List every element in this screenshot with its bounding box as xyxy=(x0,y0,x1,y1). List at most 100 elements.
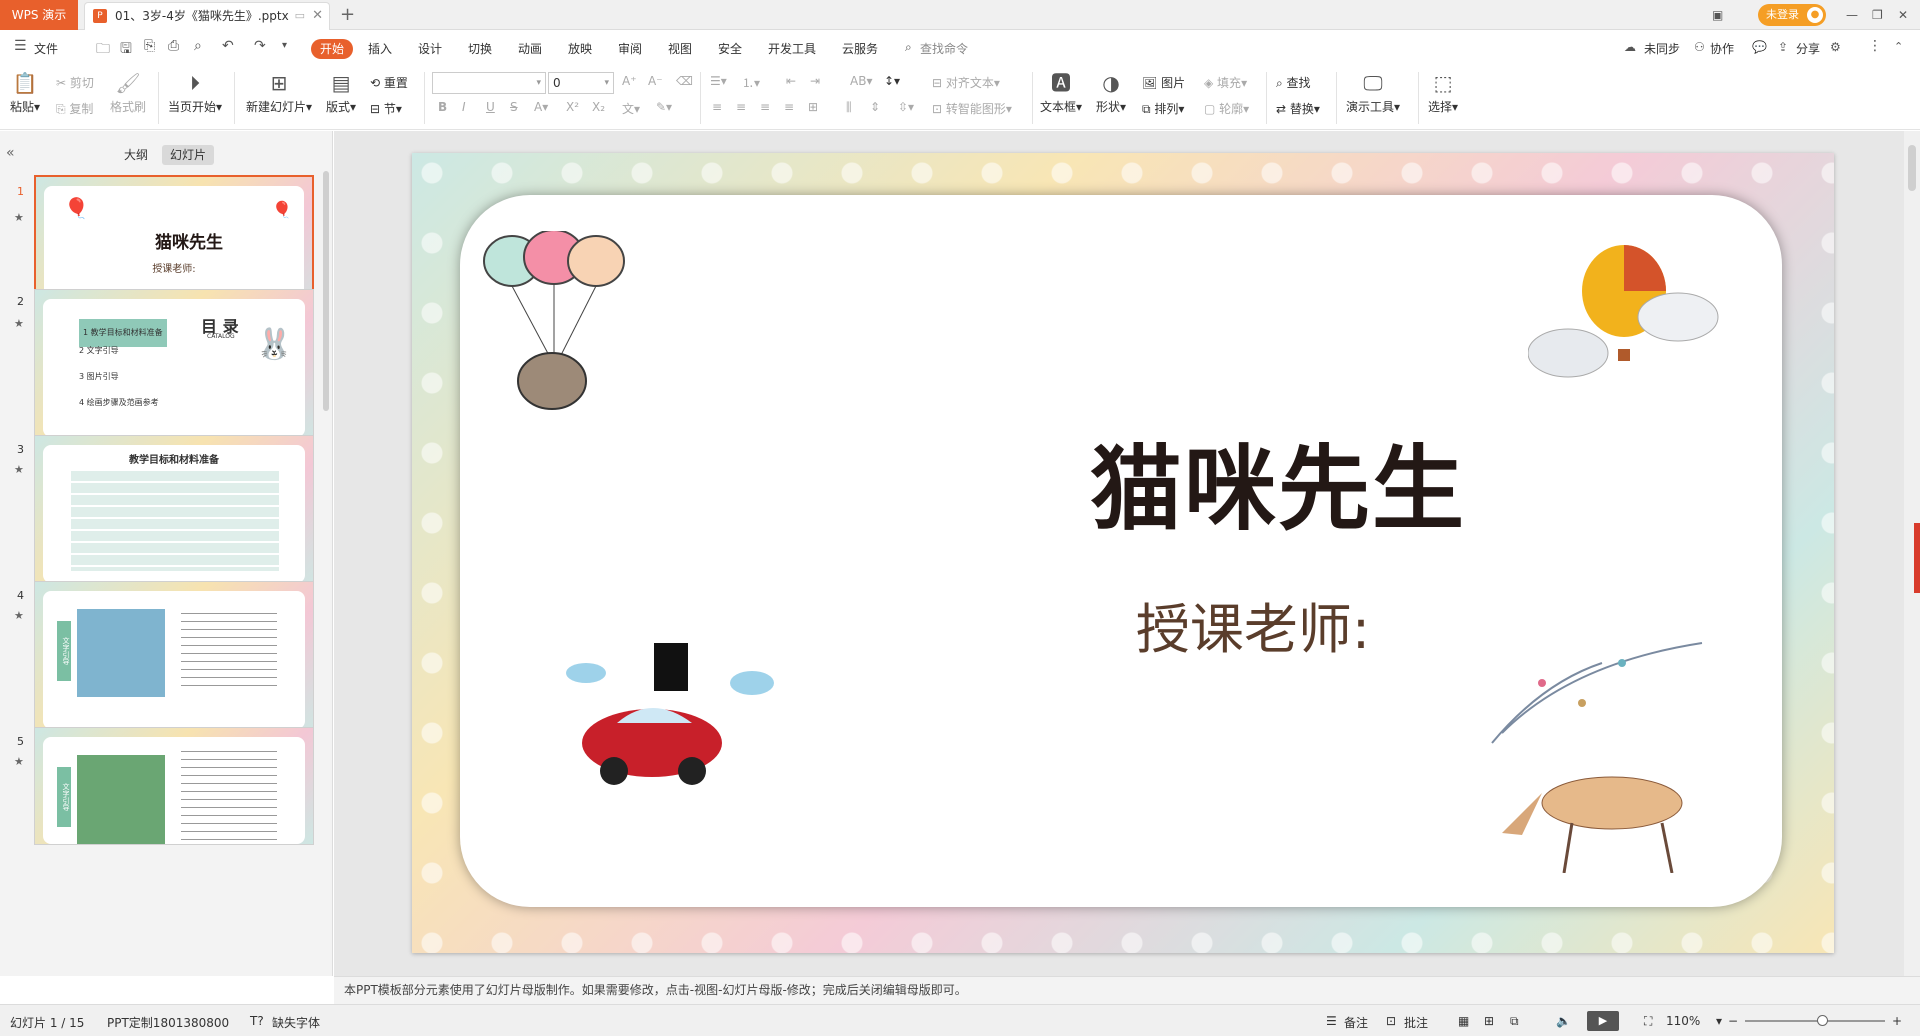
monitor-icon[interactable]: ▭ xyxy=(295,3,305,29)
new-tab-button[interactable]: + xyxy=(340,3,355,27)
justify-icon[interactable]: ≡ xyxy=(784,100,794,114)
font-family-select[interactable]: ▾ xyxy=(432,72,546,94)
comment-bubble-icon[interactable]: 💬 xyxy=(1752,40,1767,54)
menu-tab-security[interactable]: 安全 xyxy=(718,40,742,57)
print-preview-icon[interactable]: ⌕ xyxy=(194,38,202,54)
clear-format-icon[interactable]: ⌫ xyxy=(676,74,693,88)
slide-thumbnail[interactable]: 文字引导 xyxy=(34,581,314,739)
shape-button[interactable]: ◑ 形状▾ xyxy=(1096,70,1126,115)
menu-tab-slideshow[interactable]: 放映 xyxy=(568,40,592,57)
hamburger-icon[interactable]: ☰ xyxy=(14,38,27,54)
normal-view-icon[interactable]: ▦ xyxy=(1458,1014,1469,1028)
decrease-indent-icon[interactable]: ⇤ xyxy=(786,74,796,88)
notes-bar[interactable]: 本PPT模板部分元素使用了幻灯片母版制作。如果需要修改，点击-视图-幻灯片母版-… xyxy=(334,976,1920,1004)
font-size-select[interactable]: 0 ▾ xyxy=(548,72,614,94)
sync-status[interactable]: 未同步 xyxy=(1644,40,1680,57)
picture-button[interactable]: 🖼 图片 xyxy=(1142,74,1185,91)
find-button[interactable]: ⌕ 查找 xyxy=(1276,74,1311,91)
reading-view-icon[interactable]: ⧉ xyxy=(1510,1014,1519,1029)
menu-file[interactable]: 文件 xyxy=(34,40,58,57)
strikethrough-icon[interactable]: S xyxy=(510,100,518,114)
outline-button[interactable]: ▢ 轮廓▾ xyxy=(1204,100,1249,117)
zoom-slider[interactable] xyxy=(1745,1020,1885,1022)
menu-tab-view[interactable]: 视图 xyxy=(668,40,692,57)
more-options-icon[interactable]: ⋮ xyxy=(1868,38,1882,54)
open-folder-icon[interactable]: 🗀 xyxy=(96,38,110,62)
menu-tab-design[interactable]: 设计 xyxy=(418,40,442,57)
window-layout-icon[interactable]: ▣ xyxy=(1712,0,1723,30)
select-button[interactable]: ⬚ 选择▾ xyxy=(1428,70,1458,115)
close-window-icon[interactable]: ✕ xyxy=(1898,0,1908,30)
collapse-pane-icon[interactable]: « xyxy=(6,145,15,161)
reset-button[interactable]: ⟲ 重置 xyxy=(370,74,408,91)
layout-button[interactable]: ▤ 版式▾ xyxy=(326,70,356,115)
slide-thumbnail[interactable]: 文字引导 xyxy=(34,727,314,845)
arrange-button[interactable]: ⧉ 排列▾ xyxy=(1142,100,1184,117)
tab-outline[interactable]: 大纲 xyxy=(116,145,156,165)
menu-tab-insert[interactable]: 插入 xyxy=(368,40,392,57)
document-tab[interactable]: P 01、3岁-4岁《猫咪先生》.pptx ▭ ✕ xyxy=(84,2,330,30)
slide-subtitle[interactable]: 授课老师: xyxy=(412,585,1834,664)
redo-icon[interactable]: ↷ xyxy=(254,38,266,54)
cut-button[interactable]: ✂ 剪切 xyxy=(56,74,94,91)
numbering-icon[interactable]: ⒈▾ xyxy=(742,74,760,91)
columns-icon[interactable]: ⫼ xyxy=(846,100,852,115)
fit-window-icon[interactable]: ⛶ xyxy=(1644,1014,1652,1029)
phonetic-guide-icon[interactable]: 文▾ xyxy=(622,100,640,117)
editor-scrollbar[interactable] xyxy=(1904,131,1920,976)
line-spacing-icon[interactable]: ↕▾ xyxy=(884,74,900,88)
settings-gear-icon[interactable]: ⚙ xyxy=(1830,40,1841,54)
search-command-input[interactable]: 查找命令 xyxy=(920,40,968,57)
underline-icon[interactable]: U xyxy=(486,100,495,114)
current-slide[interactable]: 猫咪先生 授课老师: xyxy=(412,153,1834,953)
text-direction-icon[interactable]: AB▾ xyxy=(850,74,872,88)
close-tab-icon[interactable]: ✕ xyxy=(312,3,323,29)
menu-tab-transition[interactable]: 切换 xyxy=(468,40,492,57)
zoom-in-icon[interactable]: + xyxy=(1892,1014,1902,1028)
collapse-ribbon-icon[interactable]: ⌃ xyxy=(1894,40,1903,53)
font-color-icon[interactable]: A▾ xyxy=(534,100,548,114)
missing-font-button[interactable]: 缺失字体 xyxy=(272,1014,320,1031)
share-button[interactable]: 分享 xyxy=(1796,40,1820,57)
replace-button[interactable]: ⇄ 替换▾ xyxy=(1276,100,1320,117)
slide-title[interactable]: 猫咪先生 xyxy=(412,415,1834,548)
menu-tab-cloud[interactable]: 云服务 xyxy=(842,40,878,57)
paste-button[interactable]: 📋 粘贴▾ xyxy=(10,70,40,115)
menu-tab-start[interactable]: 开始 xyxy=(311,39,353,59)
pane-scrollbar[interactable] xyxy=(323,171,329,411)
menu-tab-animation[interactable]: 动画 xyxy=(518,40,542,57)
collaborate-button[interactable]: 协作 xyxy=(1710,40,1734,57)
bold-icon[interactable]: B xyxy=(438,100,447,114)
notes-button[interactable]: 备注 xyxy=(1344,1014,1368,1031)
scroll-thumb[interactable] xyxy=(1908,145,1916,191)
subscript-icon[interactable]: X₂ xyxy=(592,100,605,114)
align-left-icon[interactable]: ≡ xyxy=(712,100,722,114)
play-slideshow-button[interactable]: ▶ xyxy=(1587,1011,1619,1031)
tab-slides[interactable]: 幻灯片 xyxy=(162,145,215,165)
app-tab[interactable]: WPS 演示 xyxy=(0,0,78,30)
highlight-icon[interactable]: ✎▾ xyxy=(656,100,672,114)
section-button[interactable]: ⊟ 节▾ xyxy=(370,100,402,117)
zoom-out-icon[interactable]: − xyxy=(1728,1014,1738,1028)
new-slide-button[interactable]: ⊞ 新建幻灯片▾ xyxy=(246,70,312,115)
font-shrink-icon[interactable]: A⁻ xyxy=(648,74,663,88)
slide-thumbnail[interactable]: 1 教学目标和材料准备 2 文字引导 3 图片引导 4 绘画步骤及范画参考 目 … xyxy=(34,289,314,447)
minimize-icon[interactable]: — xyxy=(1846,0,1858,30)
menu-tab-review[interactable]: 审阅 xyxy=(618,40,642,57)
play-from-current-button[interactable]: ⏵ 当页开始▾ xyxy=(168,70,222,115)
comment-button[interactable]: 批注 xyxy=(1404,1014,1428,1031)
align-text-button[interactable]: ⊟ 对齐文本▾ xyxy=(932,74,1000,91)
italic-icon[interactable]: I xyxy=(462,100,466,114)
zoom-slider-handle[interactable] xyxy=(1817,1015,1828,1026)
export-icon[interactable]: ⎘ xyxy=(144,38,155,54)
line-spacing-more-icon[interactable]: ⇳▾ xyxy=(898,100,914,114)
save-icon[interactable]: 🖫 xyxy=(120,38,132,62)
paragraph-spacing-icon[interactable]: ⇕ xyxy=(870,100,880,114)
zoom-dropdown-icon[interactable]: ▾ xyxy=(1716,1014,1722,1028)
bullets-icon[interactable]: ☰▾ xyxy=(710,74,727,88)
slide-sorter-icon[interactable]: ⊞ xyxy=(1484,1014,1494,1028)
login-button[interactable]: 未登录 ● xyxy=(1758,4,1826,26)
distribute-icon[interactable]: ⊞ xyxy=(808,100,818,114)
textbox-button[interactable]: 🅰 文本框▾ xyxy=(1040,70,1082,115)
undo-icon[interactable]: ↶ xyxy=(222,38,234,54)
